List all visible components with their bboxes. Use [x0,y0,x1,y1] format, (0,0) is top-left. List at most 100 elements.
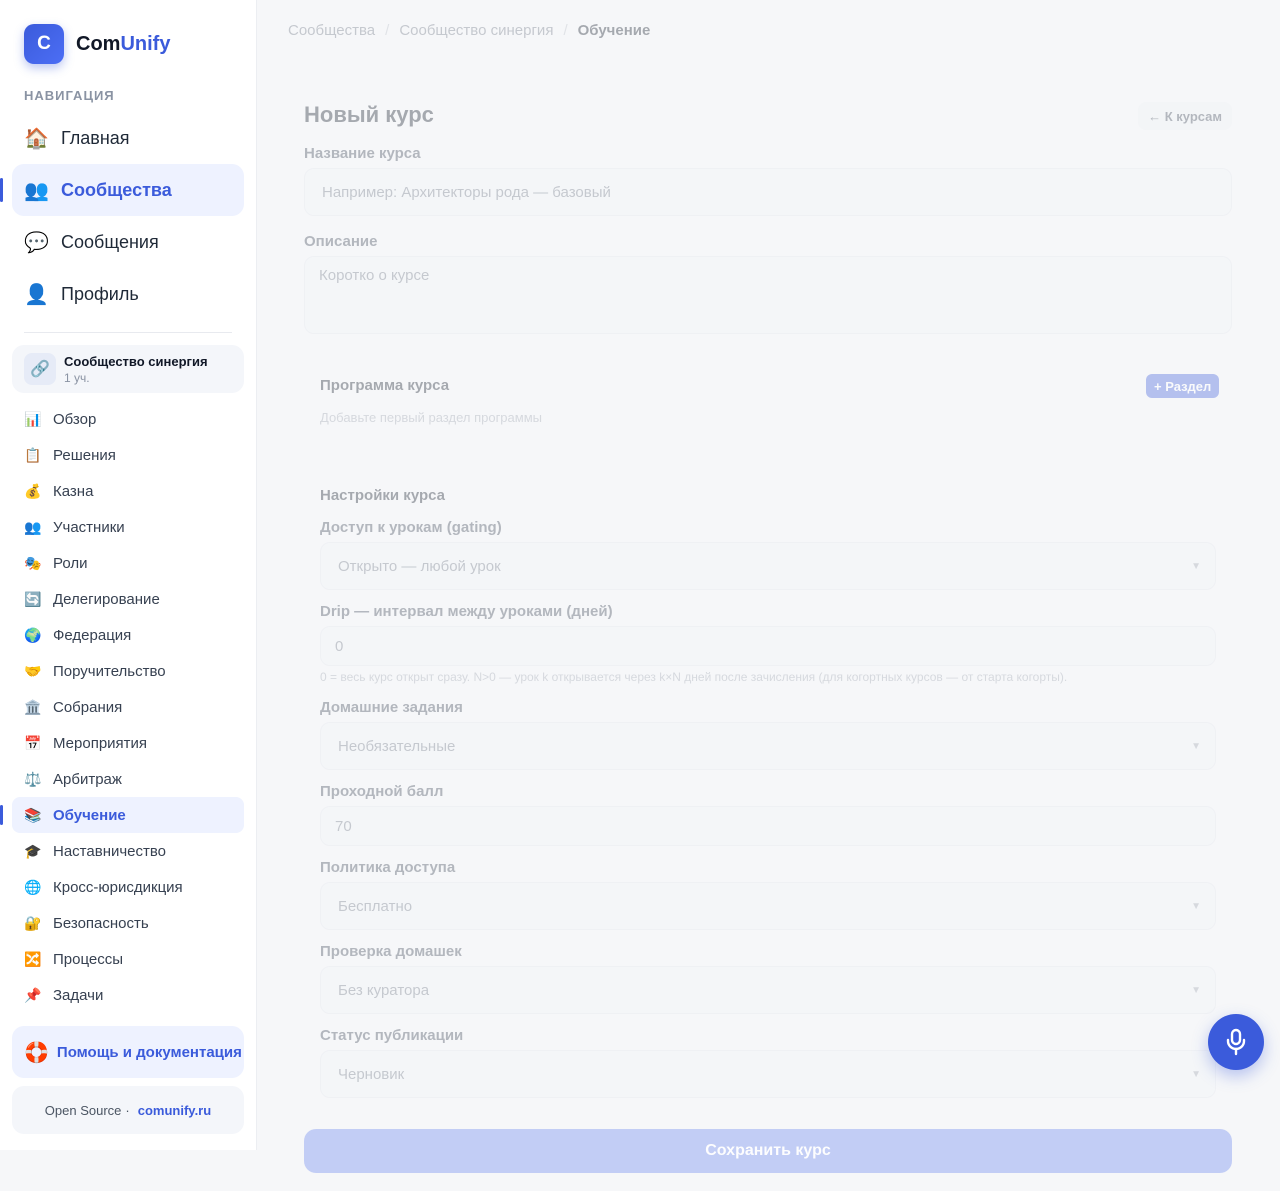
microphone-icon [1226,1028,1246,1056]
gating-select[interactable]: Открыто — любой урок ▼ [320,542,1216,590]
breadcrumb-communities[interactable]: Сообщества [288,22,375,39]
sub-nav-federation[interactable]: 🌍 Федерация [12,617,244,653]
add-section-button[interactable]: + Раздел [1146,374,1220,398]
sub-nav-treasury[interactable]: 💰 Казна [12,473,244,509]
sub-nav-label: Федерация [53,626,132,644]
breadcrumb-community[interactable]: Сообщество синергия [399,22,553,39]
main-content: Сообщества / Сообщество синергия / Обуче… [257,0,1280,1191]
nav-item-communities[interactable]: 👥 Сообщества [0,164,244,216]
footer-link[interactable]: comunify.ru [138,1103,211,1118]
save-course-button[interactable]: Сохранить курс [304,1129,1232,1173]
sub-nav-decisions[interactable]: 📋 Решения [12,437,244,473]
books-icon: 📚 [24,806,42,823]
course-name-label: Название курса [304,145,421,162]
passing-score-input[interactable]: 70 [320,806,1216,846]
sub-nav-guarantee[interactable]: 🤝 Поручительство [12,653,244,689]
community-name: Сообщество синергия [64,353,208,369]
back-to-courses-button[interactable]: ← К курсам [1138,102,1232,130]
sub-nav-processes[interactable]: 🔀 Процессы [12,941,244,977]
handshake-icon: 🤝 [24,662,42,679]
speech-bubble-icon: 💬 [24,231,49,254]
sub-nav-label: Делегирование [53,590,160,608]
app-logo[interactable]: C ComUnify [24,24,170,64]
help-docs-button[interactable]: 🛟 Помощь и документация [12,1026,244,1078]
sub-nav-label: Наставничество [53,842,167,860]
lifebuoy-icon: 🛟 [24,1041,49,1064]
sub-nav-label: Решения [53,446,116,464]
nav-section-title: НАВИГАЦИЯ [24,88,115,103]
footer-text: Open Source [44,1102,122,1118]
app-name-part1: Com [76,32,121,55]
classical-building-icon: 🏛️ [24,698,42,715]
breadcrumb-separator: / [385,22,390,39]
nav-item-home[interactable]: 🏠 Главная [12,112,244,164]
sidebar-divider [24,332,232,333]
drip-label: Drip — интервал между уроками (дней) [320,603,613,620]
help-docs-label: Помощь и документация [56,1043,242,1061]
link-icon: 🔗 [24,353,56,385]
graduation-cap-icon: 🎓 [24,842,42,859]
sub-nav-label: Процессы [53,950,124,968]
logo-mark: C [24,24,64,64]
homework-label: Домашние задания [320,699,463,716]
refresh-icon: 🔄 [24,590,42,607]
chevron-down-icon: ▼ [1191,1068,1201,1080]
chevron-down-icon: ▼ [1191,560,1201,572]
sub-nav-arbitration[interactable]: ⚖️ Арбитраж [12,761,244,797]
sub-nav-overview[interactable]: 📊 Обзор [12,401,244,437]
drip-input[interactable]: 0 [320,626,1216,666]
sub-nav-assemblies[interactable]: 🏛️ Собрания [12,689,244,725]
lock-with-key-icon: 🔐 [24,914,42,931]
clipboard-icon: 📋 [24,446,42,463]
sub-nav-cross-jurisdiction[interactable]: 🌐 Кросс-юрисдикция [12,869,244,905]
people-icon: 👥 [24,179,49,202]
publish-status-select[interactable]: Черновик ▼ [320,1050,1216,1098]
community-member-count: 1 уч. [64,370,90,385]
calendar-icon: 📅 [24,734,42,751]
theater-masks-icon: 🎭 [24,554,42,571]
sub-nav-learning[interactable]: 📚 Обучение [0,797,244,833]
settings-section-title: Настройки курса [320,487,445,504]
sub-nav-label: Казна [53,482,94,500]
community-nav: 📊 Обзор 📋 Решения 💰 Казна 👥 Участники 🎭 Роли … [0,401,244,1013]
description-textarea[interactable]: Коротко о курсе [304,256,1232,334]
sub-nav-label: Задачи [53,986,104,1004]
voice-input-button[interactable] [1208,1014,1264,1070]
nav-item-profile[interactable]: 👤 Профиль [12,268,244,320]
current-community-card[interactable]: 🔗 Сообщество синергия 1 уч. [12,345,244,393]
course-form-card: Новый курс ← К курсам Название курса Нап… [288,72,1248,1112]
breadcrumb: Сообщества / Сообщество синергия / Обуче… [288,22,650,39]
homework-review-select[interactable]: Без куратора ▼ [320,966,1216,1014]
sub-nav-label: Обучение [53,806,126,824]
sidebar-footer: Open Source · comunify.ru [12,1086,244,1134]
sub-nav-label: Безопасность [53,914,149,932]
sub-nav-roles[interactable]: 🎭 Роли [12,545,244,581]
sub-nav-delegation[interactable]: 🔄 Делегирование [12,581,244,617]
app-name: ComUnify [76,33,170,56]
people-icon: 👥 [24,518,42,535]
user-icon: 👤 [24,283,49,306]
sub-nav-tasks[interactable]: 📌 Задачи [12,977,244,1013]
gating-label: Доступ к урокам (gating) [320,519,502,536]
sub-nav-security[interactable]: 🔐 Безопасность [12,905,244,941]
course-name-input[interactable]: Например: Архитекторы рода — базовый [304,168,1232,216]
sub-nav-mentorship[interactable]: 🎓 Наставничество [12,833,244,869]
footer-separator: · [125,1102,130,1118]
sub-nav-members[interactable]: 👥 Участники [12,509,244,545]
sub-nav-label: Роли [53,554,88,572]
access-policy-select[interactable]: Бесплатно ▼ [320,882,1216,930]
access-policy-label: Политика доступа [320,859,456,876]
homework-select[interactable]: Необязательные ▼ [320,722,1216,770]
sub-nav-events[interactable]: 📅 Мероприятия [12,725,244,761]
program-empty-hint: Добавьте первый раздел программы [320,410,542,425]
sub-nav-label: Арбитраж [53,770,122,788]
sub-nav-label: Кросс-юрисдикция [53,878,183,896]
breadcrumb-separator: / [563,22,568,39]
homework-value: Необязательные [338,737,456,755]
money-bag-icon: 💰 [24,482,42,499]
nav-item-label: Профиль [61,283,139,304]
nav-item-messages[interactable]: 💬 Сообщения [12,216,244,268]
chevron-down-icon: ▼ [1191,900,1201,912]
access-policy-value: Бесплатно [338,897,413,915]
globe-meridians-icon: 🌐 [24,878,42,895]
